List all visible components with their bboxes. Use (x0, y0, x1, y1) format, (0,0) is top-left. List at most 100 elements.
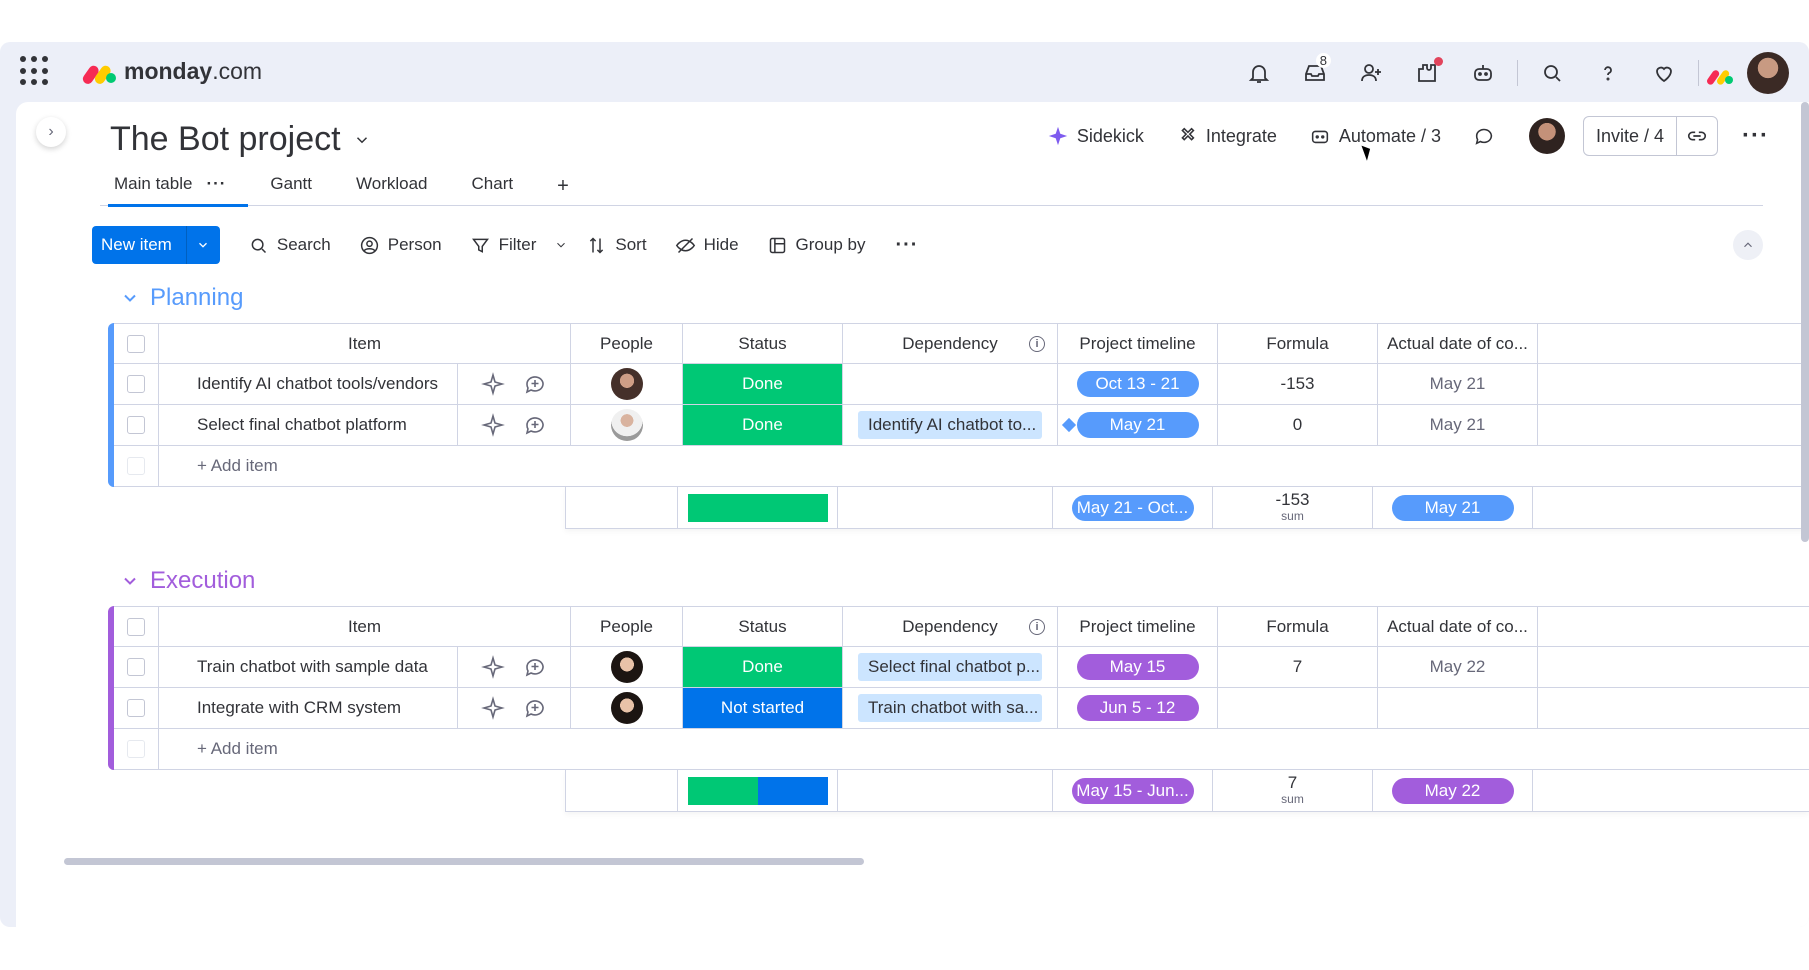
group-by-button[interactable]: Group by (753, 226, 880, 264)
chevron-down-icon[interactable] (120, 288, 140, 308)
heart-icon[interactable] (1636, 53, 1692, 93)
timeline-cell[interactable]: Jun 5 - 12 (1058, 688, 1218, 728)
group-header[interactable]: Execution (120, 567, 255, 595)
ai-sparkle-icon[interactable] (481, 696, 505, 720)
add-item-row[interactable]: + Add item (108, 729, 1809, 770)
timeline-summary-pill[interactable]: May 15 - Jun... (1071, 777, 1194, 804)
chevron-down-icon[interactable] (353, 131, 371, 149)
status-cell[interactable]: Done (683, 364, 843, 404)
add-item-row[interactable]: + Add item (108, 446, 1809, 487)
column-header-actual-date[interactable]: Actual date of co... (1378, 607, 1538, 646)
dependency-cell[interactable]: Select final chatbot p... (843, 647, 1058, 687)
search-button[interactable]: Search (234, 226, 345, 264)
more-toolbar-options[interactable]: ··· (879, 226, 934, 264)
people-cell[interactable] (571, 405, 683, 445)
ai-sparkle-icon[interactable] (481, 413, 505, 437)
chevron-down-icon[interactable] (120, 571, 140, 591)
status-summary-bar[interactable] (687, 493, 828, 522)
inbox-icon[interactable]: 8 (1287, 53, 1343, 93)
add-view-button[interactable]: + (535, 166, 591, 206)
dependency-cell[interactable]: Identify AI chatbot to... (843, 405, 1058, 445)
apps-grid-icon[interactable] (20, 56, 50, 86)
info-icon[interactable]: i (1029, 619, 1045, 635)
dependency-chip[interactable]: Identify AI chatbot to... (858, 411, 1042, 439)
avatar[interactable] (610, 692, 643, 724)
collapse-header-button[interactable] (1733, 230, 1763, 260)
status-cell[interactable]: Done (683, 405, 843, 445)
horizontal-scrollbar[interactable] (64, 858, 864, 865)
actual-date-cell[interactable]: May 22 (1378, 647, 1538, 687)
row-checkbox[interactable] (127, 375, 145, 393)
status-cell[interactable]: Not started (683, 688, 843, 728)
copy-link-button[interactable] (1677, 117, 1717, 155)
row-checkbox[interactable] (127, 658, 145, 676)
select-all-checkbox[interactable] (127, 617, 145, 636)
group-header[interactable]: Planning (120, 284, 243, 312)
expand-sidebar-button[interactable]: › (36, 117, 66, 147)
person-filter-button[interactable]: Person (345, 226, 456, 264)
help-icon[interactable] (1580, 53, 1636, 93)
timeline-summary-pill[interactable]: May 21 - Oct... (1071, 494, 1194, 521)
item-name[interactable]: Train chatbot with sample data (159, 647, 458, 687)
avatar[interactable] (610, 409, 643, 441)
column-header-formula[interactable]: Formula (1218, 324, 1378, 363)
table-row[interactable]: Identify AI chatbot tools/vendors Done O… (114, 364, 1809, 405)
column-header-formula[interactable]: Formula (1218, 607, 1378, 646)
search-icon[interactable] (1524, 53, 1580, 93)
people-cell[interactable] (571, 364, 683, 404)
column-header-timeline[interactable]: Project timeline (1058, 324, 1218, 363)
status-cell[interactable]: Done (683, 647, 843, 687)
column-header-item[interactable]: Item (159, 324, 571, 363)
tab-gantt[interactable]: Gantt (248, 166, 334, 206)
people-cell[interactable] (571, 688, 683, 728)
tab-main-table[interactable]: Main table ··· (100, 166, 249, 207)
sort-button[interactable]: Sort (572, 226, 660, 264)
ai-bot-icon[interactable] (1455, 53, 1511, 93)
group-title[interactable]: Execution (150, 567, 255, 595)
add-item-button[interactable]: + Add item (159, 729, 1809, 769)
dependency-chip[interactable]: Select final chatbot p... (858, 653, 1042, 681)
actual-date-cell[interactable] (1378, 688, 1538, 728)
new-item-button[interactable]: New item (92, 226, 220, 264)
actual-date-cell[interactable]: May 21 (1378, 405, 1538, 445)
new-item-dropdown[interactable] (185, 226, 220, 264)
vertical-scrollbar[interactable] (1801, 102, 1809, 542)
item-name[interactable]: Select final chatbot platform (159, 405, 458, 445)
table-row[interactable]: Train chatbot with sample data Done Sele… (114, 647, 1809, 688)
tab-workload[interactable]: Workload (334, 166, 450, 206)
invite-button[interactable]: Invite / 4 (1584, 117, 1678, 155)
table-row[interactable]: Integrate with CRM system Not started Tr… (114, 688, 1809, 729)
add-update-icon[interactable] (523, 696, 547, 720)
board-owner-avatar[interactable] (1528, 118, 1565, 154)
more-options-icon[interactable]: ··· (1742, 122, 1769, 150)
dependency-chip[interactable]: Train chatbot with sa... (858, 694, 1042, 722)
row-checkbox[interactable] (127, 416, 145, 434)
column-header-status[interactable]: Status (683, 607, 843, 646)
column-header-people[interactable]: People (571, 324, 683, 363)
add-update-icon[interactable] (523, 413, 547, 437)
hide-button[interactable]: Hide (661, 226, 753, 264)
people-cell[interactable] (571, 647, 683, 687)
add-update-icon[interactable] (523, 372, 547, 396)
info-icon[interactable]: i (1029, 336, 1045, 352)
board-title[interactable]: The Bot project (110, 120, 341, 159)
avatar[interactable] (610, 651, 643, 683)
tab-chart[interactable]: Chart (450, 166, 536, 206)
dependency-cell[interactable] (843, 364, 1058, 404)
table-row[interactable]: Select final chatbot platform Done Ident… (114, 405, 1809, 446)
column-header-actual-date[interactable]: Actual date of co... (1378, 324, 1538, 363)
avatar[interactable] (610, 368, 643, 400)
timeline-cell[interactable]: May 15 (1058, 647, 1218, 687)
group-title[interactable]: Planning (150, 284, 243, 312)
ai-sparkle-icon[interactable] (481, 655, 505, 679)
item-name[interactable]: Identify AI chatbot tools/vendors (159, 364, 458, 404)
filter-dropdown[interactable] (550, 226, 572, 264)
add-item-button[interactable]: + Add item (159, 446, 1809, 486)
column-header-timeline[interactable]: Project timeline (1058, 607, 1218, 646)
apps-marketplace-icon[interactable] (1399, 53, 1455, 93)
brand-logo[interactable]: monday.com (80, 58, 262, 86)
tab-options-icon[interactable]: ··· (206, 174, 226, 194)
add-update-icon[interactable] (523, 655, 547, 679)
item-name[interactable]: Integrate with CRM system (159, 688, 458, 728)
sidekick-button[interactable]: Sidekick (1031, 116, 1160, 156)
